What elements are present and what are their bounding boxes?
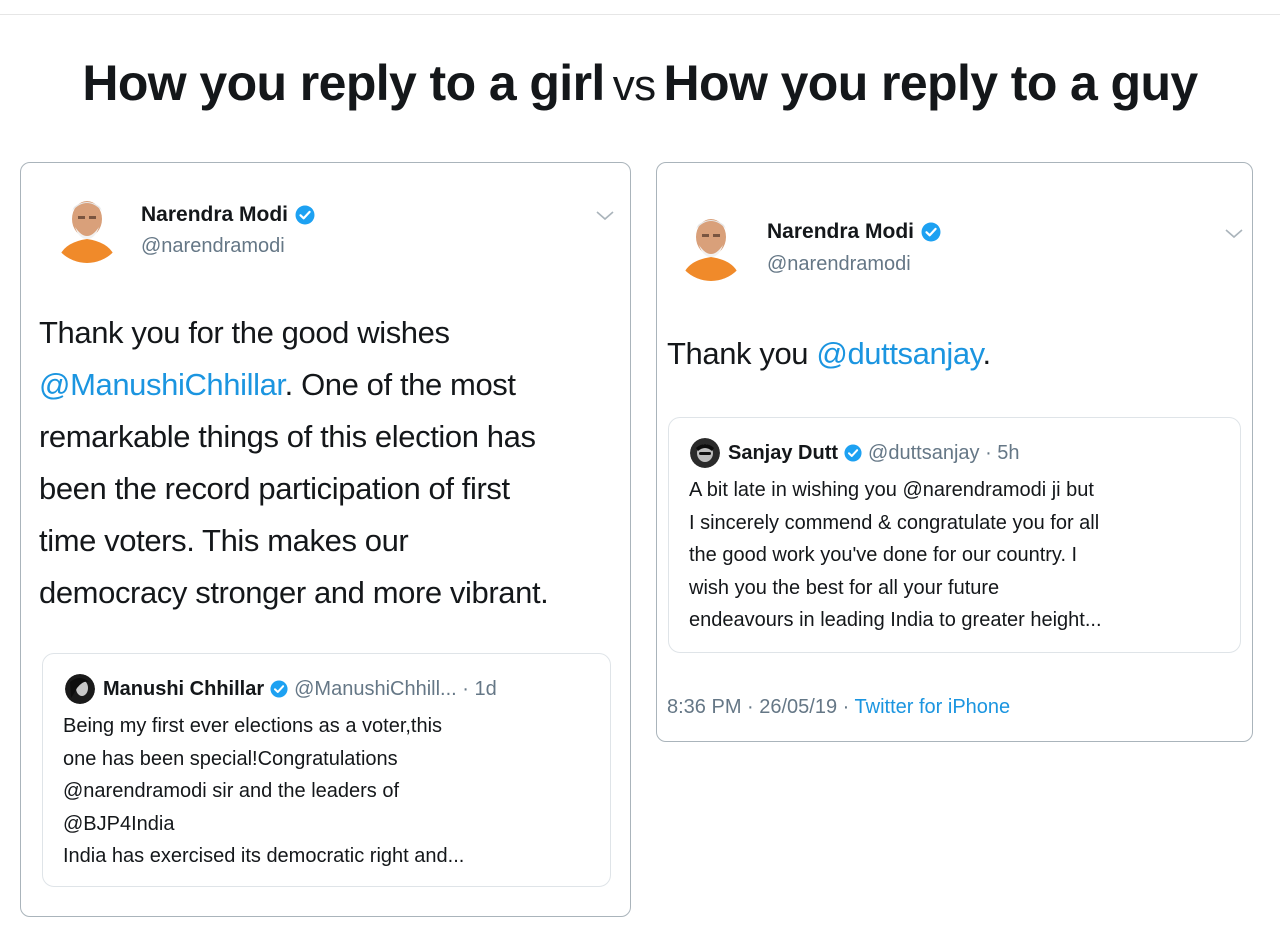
quoted-handle-time: @ManushiChhill... · 1d	[294, 677, 497, 700]
avatar-photo	[50, 189, 124, 263]
tweet-card-right: Narendra Modi @narendramodi Thank you @d…	[656, 162, 1253, 742]
tweet-card-left: Narendra Modi @narendramodi Thank you fo…	[20, 162, 631, 917]
author-name[interactable]: Narendra Modi	[767, 220, 941, 244]
quoted-avatar[interactable]	[65, 674, 95, 704]
author-avatar[interactable]	[674, 207, 748, 281]
headline-vs: vs	[612, 61, 656, 110]
verified-badge-icon	[844, 444, 862, 462]
mention-link[interactable]: @ManushiChhillar	[39, 367, 285, 402]
tweet-text: Thank you @duttsanjay.	[667, 336, 991, 371]
quoted-author-name[interactable]: Sanjay Dutt	[728, 442, 838, 465]
mention-link[interactable]: @duttsanjay	[816, 336, 982, 371]
top-divider	[0, 14, 1280, 15]
author-avatar[interactable]	[50, 189, 124, 263]
quoted-tweet[interactable]: Sanjay Dutt @duttsanjay · 5h A bit late …	[668, 417, 1241, 653]
quoted-handle-time: @duttsanjay · 5h	[868, 441, 1020, 464]
quoted-tweet-header: Manushi Chhillar @ManushiChhill... · 1d	[65, 674, 497, 704]
quoted-tweet-header: Sanjay Dutt @duttsanjay · 5h	[690, 438, 1020, 468]
headline-right: How you reply to a guy	[663, 55, 1199, 111]
verified-badge-icon	[295, 205, 315, 225]
chevron-down-icon[interactable]	[596, 211, 614, 221]
verified-badge-icon	[921, 222, 941, 242]
author-handle[interactable]: @narendramodi	[141, 235, 285, 258]
tweet-text: Thank you for the good wishes @ManushiCh…	[39, 315, 549, 610]
meme-headline: How you reply to a girl vs How you reply t…	[0, 58, 1280, 108]
quoted-tweet[interactable]: Manushi Chhillar @ManushiChhill... · 1d …	[42, 653, 611, 887]
quoted-author-name[interactable]: Manushi Chhillar	[103, 678, 264, 701]
headline-left: How you reply to a girl	[82, 55, 605, 111]
tweet-meta: 8:36 PM · 26/05/19 · Twitter for iPhone	[667, 696, 1010, 719]
quoted-avatar[interactable]	[690, 438, 720, 468]
verified-badge-icon	[270, 680, 288, 698]
tweet-source-link[interactable]: Twitter for iPhone	[855, 696, 1011, 718]
tweet-timestamp[interactable]: 8:36 PM · 26/05/19 ·	[667, 696, 855, 718]
author-handle[interactable]: @narendramodi	[767, 253, 911, 276]
avatar-photo	[674, 207, 748, 281]
author-name[interactable]: Narendra Modi	[141, 203, 315, 227]
chevron-down-icon[interactable]	[1225, 229, 1243, 239]
quoted-tweet-text: A bit late in wishing you @narendramodi …	[689, 479, 1102, 631]
quoted-tweet-text: Being my first ever elections as a voter…	[63, 715, 465, 867]
